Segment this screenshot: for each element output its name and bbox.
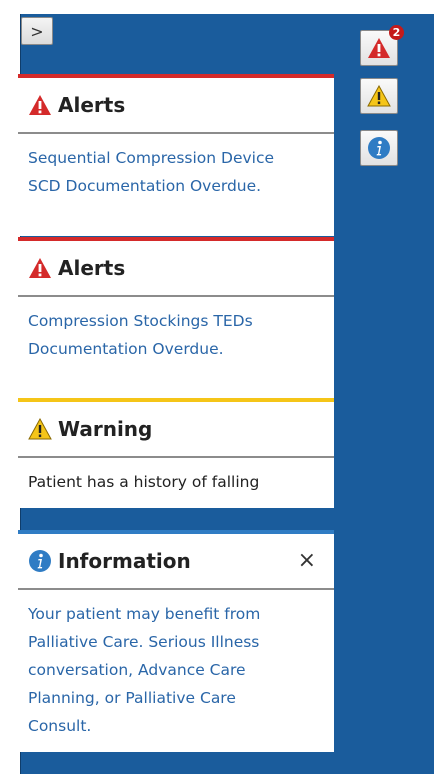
info-circle-icon — [368, 137, 390, 159]
side-information-button[interactable] — [360, 130, 398, 166]
side-warning-button[interactable] — [360, 78, 398, 114]
warning-card-falls[interactable]: Warning Patient has a history of falling — [18, 398, 334, 508]
card-title: Warning — [58, 417, 153, 441]
card-message[interactable]: Sequential Compression Device SCD Docume… — [18, 134, 334, 236]
card-message[interactable]: Your patient may benefit from Palliative… — [18, 590, 334, 752]
card-header: Information × — [18, 534, 334, 590]
card-header: Warning — [18, 402, 334, 458]
card-header: Alerts — [18, 241, 334, 297]
alert-red-triangle-icon — [368, 38, 390, 58]
card-title: Alerts — [58, 93, 126, 117]
chevron-right-icon: > — [30, 21, 44, 41]
information-card-palliative[interactable]: Information × Your patient may benefit f… — [18, 530, 334, 752]
card-message[interactable]: Patient has a history of falling — [18, 458, 334, 508]
card-message[interactable]: Compression Stockings TEDs Documentation… — [18, 297, 334, 399]
warning-yellow-triangle-icon — [28, 418, 52, 440]
info-circle-icon — [29, 550, 51, 572]
card-header: Alerts — [18, 78, 334, 134]
alert-red-triangle-icon — [29, 258, 51, 278]
close-card-button[interactable]: × — [298, 550, 316, 572]
alert-card-scd[interactable]: Alerts Sequential Compression Device SCD… — [18, 74, 334, 236]
alert-card-ted[interactable]: Alerts Compression Stockings TEDs Docume… — [18, 237, 334, 399]
alert-count-badge: 2 — [389, 25, 404, 40]
alert-red-triangle-icon — [29, 95, 51, 115]
side-alerts-button[interactable]: 2 — [360, 25, 404, 66]
card-title: Alerts — [58, 256, 126, 280]
collapse-panel-button[interactable]: > — [21, 17, 53, 45]
card-title: Information — [58, 549, 191, 573]
warning-yellow-triangle-icon — [367, 85, 391, 107]
